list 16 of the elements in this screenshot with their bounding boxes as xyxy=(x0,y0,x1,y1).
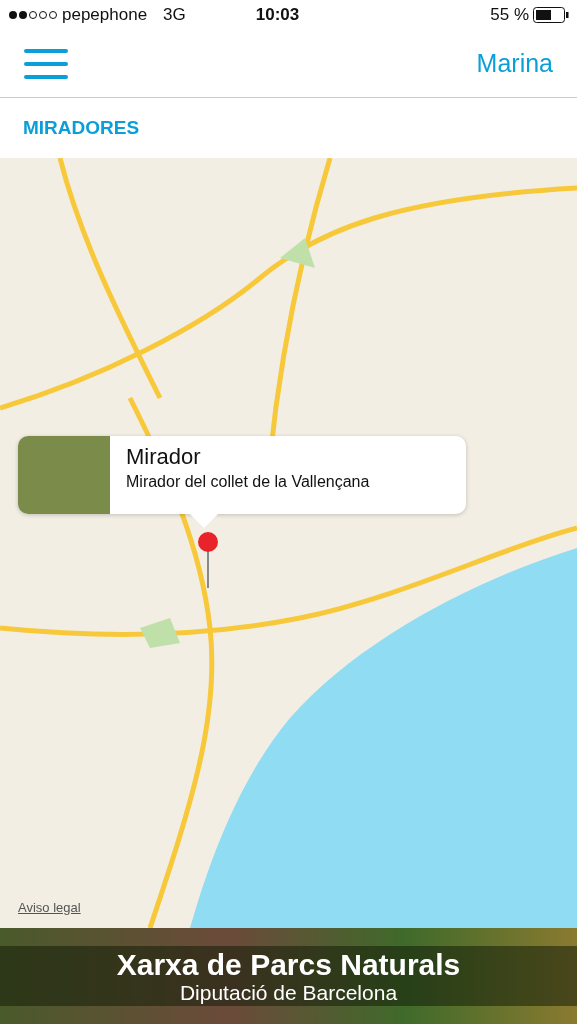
banner-subtitle: Diputació de Barcelona xyxy=(178,980,399,1005)
banner-title: Xarxa de Parcs Naturals xyxy=(115,947,462,981)
section-title: MIRADORES xyxy=(23,115,140,140)
callout-subtitle: Mirador del collet de la Vallençana xyxy=(126,472,370,493)
map-view[interactable]: Mirador Mirador del collet de la Vallençana Aviso legal xyxy=(0,158,577,928)
menu-icon[interactable] xyxy=(24,48,68,79)
legal-link[interactable]: Aviso legal xyxy=(18,898,81,918)
battery-icon xyxy=(533,7,569,23)
network-type: 3G xyxy=(163,4,186,27)
map-pin-icon[interactable] xyxy=(196,530,220,590)
carrier-name: pepephone xyxy=(62,4,148,27)
battery-percent: 55 % xyxy=(490,4,529,27)
banner-photo[interactable]: Xarxa de Parcs Naturals Diputació de Barcelona xyxy=(0,928,577,1024)
clock-time: 10:03 xyxy=(255,4,300,27)
signal-icon xyxy=(8,10,58,20)
callout-title: Mirador xyxy=(126,444,202,471)
